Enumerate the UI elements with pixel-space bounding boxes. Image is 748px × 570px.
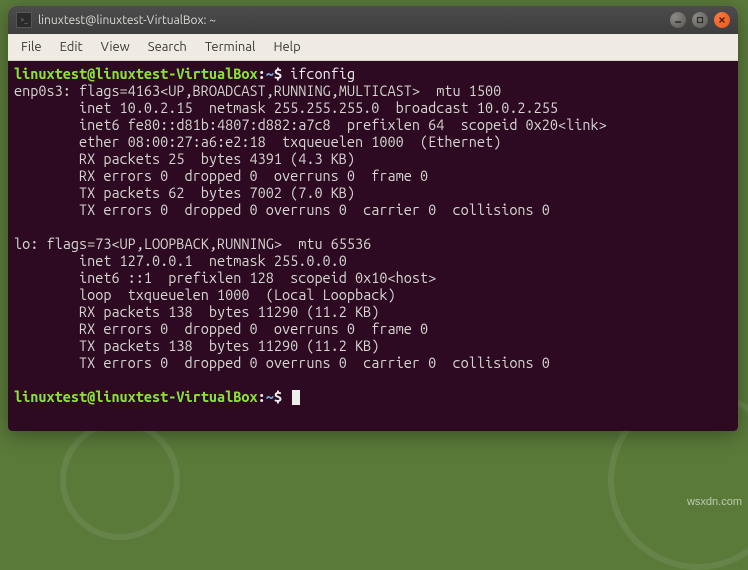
output-line: inet6 fe80::d81b:4807:d882:a7c8 prefixle… (14, 116, 607, 133)
terminal-window: >_ linuxtest@linuxtest-VirtualBox: ~ Fil… (8, 6, 738, 431)
bg-decoration (60, 420, 180, 540)
prompt-path: ~ (266, 388, 274, 405)
output-line: TX errors 0 dropped 0 overruns 0 carrier… (14, 201, 550, 218)
menu-file[interactable]: File (12, 36, 51, 58)
close-button[interactable] (714, 12, 730, 28)
output-line: inet 10.0.2.15 netmask 255.255.255.0 bro… (14, 99, 558, 116)
menu-edit[interactable]: Edit (51, 36, 92, 58)
output-line: loop txqueuelen 1000 (Local Loopback) (14, 286, 396, 303)
text-cursor (292, 390, 300, 405)
output-line: lo: flags=73<UP,LOOPBACK,RUNNING> mtu 65… (14, 235, 371, 252)
prompt-user: linuxtest@linuxtest-VirtualBox (14, 65, 258, 82)
maximize-button[interactable] (692, 12, 708, 28)
window-title: linuxtest@linuxtest-VirtualBox: ~ (38, 14, 670, 27)
prompt-sep: : (258, 388, 266, 405)
menu-terminal[interactable]: Terminal (196, 36, 265, 58)
menu-view[interactable]: View (92, 36, 139, 58)
terminal-icon: >_ (16, 12, 32, 28)
output-line: inet 127.0.0.1 netmask 255.0.0.0 (14, 252, 347, 269)
prompt-sep: : (258, 65, 266, 82)
output-line: RX packets 25 bytes 4391 (4.3 KB) (14, 150, 355, 167)
output-line: RX errors 0 dropped 0 overruns 0 frame 0 (14, 320, 428, 337)
menu-search[interactable]: Search (139, 36, 196, 58)
output-line: TX packets 62 bytes 7002 (7.0 KB) (14, 184, 355, 201)
output-line: TX errors 0 dropped 0 overruns 0 carrier… (14, 354, 550, 371)
terminal-body[interactable]: linuxtest@linuxtest-VirtualBox:~$ ifconf… (8, 61, 738, 431)
output-line: RX packets 138 bytes 11290 (11.2 KB) (14, 303, 379, 320)
prompt-user: linuxtest@linuxtest-VirtualBox (14, 388, 258, 405)
command-text: ifconfig (290, 65, 355, 82)
menubar: File Edit View Search Terminal Help (8, 34, 738, 61)
output-line: ether 08:00:27:a6:e2:18 txqueuelen 1000 … (14, 133, 501, 150)
output-line: enp0s3: flags=4163<UP,BROADCAST,RUNNING,… (14, 82, 501, 99)
output-line: RX errors 0 dropped 0 overruns 0 frame 0 (14, 167, 428, 184)
prompt-path: ~ (266, 65, 274, 82)
menu-help[interactable]: Help (264, 36, 309, 58)
window-controls (670, 12, 730, 28)
watermark: wsxdn.com (687, 496, 742, 508)
titlebar[interactable]: >_ linuxtest@linuxtest-VirtualBox: ~ (8, 6, 738, 34)
prompt-end: $ (274, 65, 282, 82)
output-line: TX packets 138 bytes 11290 (11.2 KB) (14, 337, 379, 354)
minimize-button[interactable] (670, 12, 686, 28)
output-line: inet6 ::1 prefixlen 128 scopeid 0x10<hos… (14, 269, 436, 286)
prompt-end: $ (274, 388, 282, 405)
